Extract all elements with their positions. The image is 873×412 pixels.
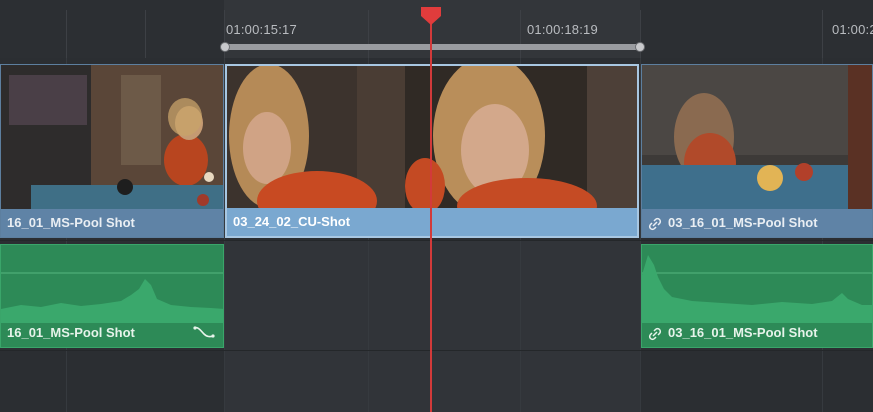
clip-thumbnail	[1, 65, 223, 210]
range-out-handle[interactable]	[635, 42, 645, 52]
clip-thumbnail	[642, 65, 872, 210]
audio-clip[interactable]: 03_16_01_MS-Pool Shot	[641, 244, 873, 348]
ruler-tick	[368, 10, 369, 58]
clip-name: 16_01_MS-Pool Shot	[1, 209, 223, 237]
in-out-range-bar[interactable]	[224, 44, 640, 50]
ruler-tick	[66, 10, 67, 58]
clip-name-row: 03_16_01_MS-Pool Shot	[642, 209, 872, 237]
playhead-handle[interactable]	[420, 6, 442, 26]
link-icon	[648, 327, 662, 340]
track-divider	[0, 240, 873, 241]
video-clip-selected[interactable]: 03_24_02_CU-Shot	[225, 64, 639, 238]
link-icon	[648, 217, 662, 230]
ruler-timecode: 01:00:2	[832, 22, 873, 37]
audio-waveform	[642, 255, 872, 323]
clip-name: 03_16_01_MS-Pool Shot	[668, 215, 818, 230]
ruler-tick	[520, 10, 521, 58]
audio-clip[interactable]: 16_01_MS-Pool Shot	[0, 244, 224, 348]
clip-name: 03_16_01_MS-Pool Shot	[668, 325, 818, 340]
range-in-handle[interactable]	[220, 42, 230, 52]
video-clip[interactable]: 16_01_MS-Pool Shot	[0, 64, 224, 238]
playhead-line[interactable]	[430, 18, 432, 412]
audio-waveform	[1, 272, 223, 323]
fade-curve-icon[interactable]	[193, 325, 215, 339]
ruler-timecode: 01:00:15:17	[226, 22, 297, 37]
clip-name: 16_01_MS-Pool Shot	[7, 325, 135, 340]
audio-gap-region	[224, 240, 640, 412]
clip-name: 03_24_02_CU-Shot	[227, 208, 637, 236]
track-divider	[0, 350, 873, 351]
ruler-tick	[822, 10, 823, 58]
ruler-tick	[145, 10, 146, 58]
clip-name-row: 03_16_01_MS-Pool Shot	[642, 319, 872, 347]
ruler-timecode: 01:00:18:19	[527, 22, 598, 37]
video-clip[interactable]: 03_16_01_MS-Pool Shot	[641, 64, 873, 238]
clip-thumbnail	[227, 66, 637, 211]
